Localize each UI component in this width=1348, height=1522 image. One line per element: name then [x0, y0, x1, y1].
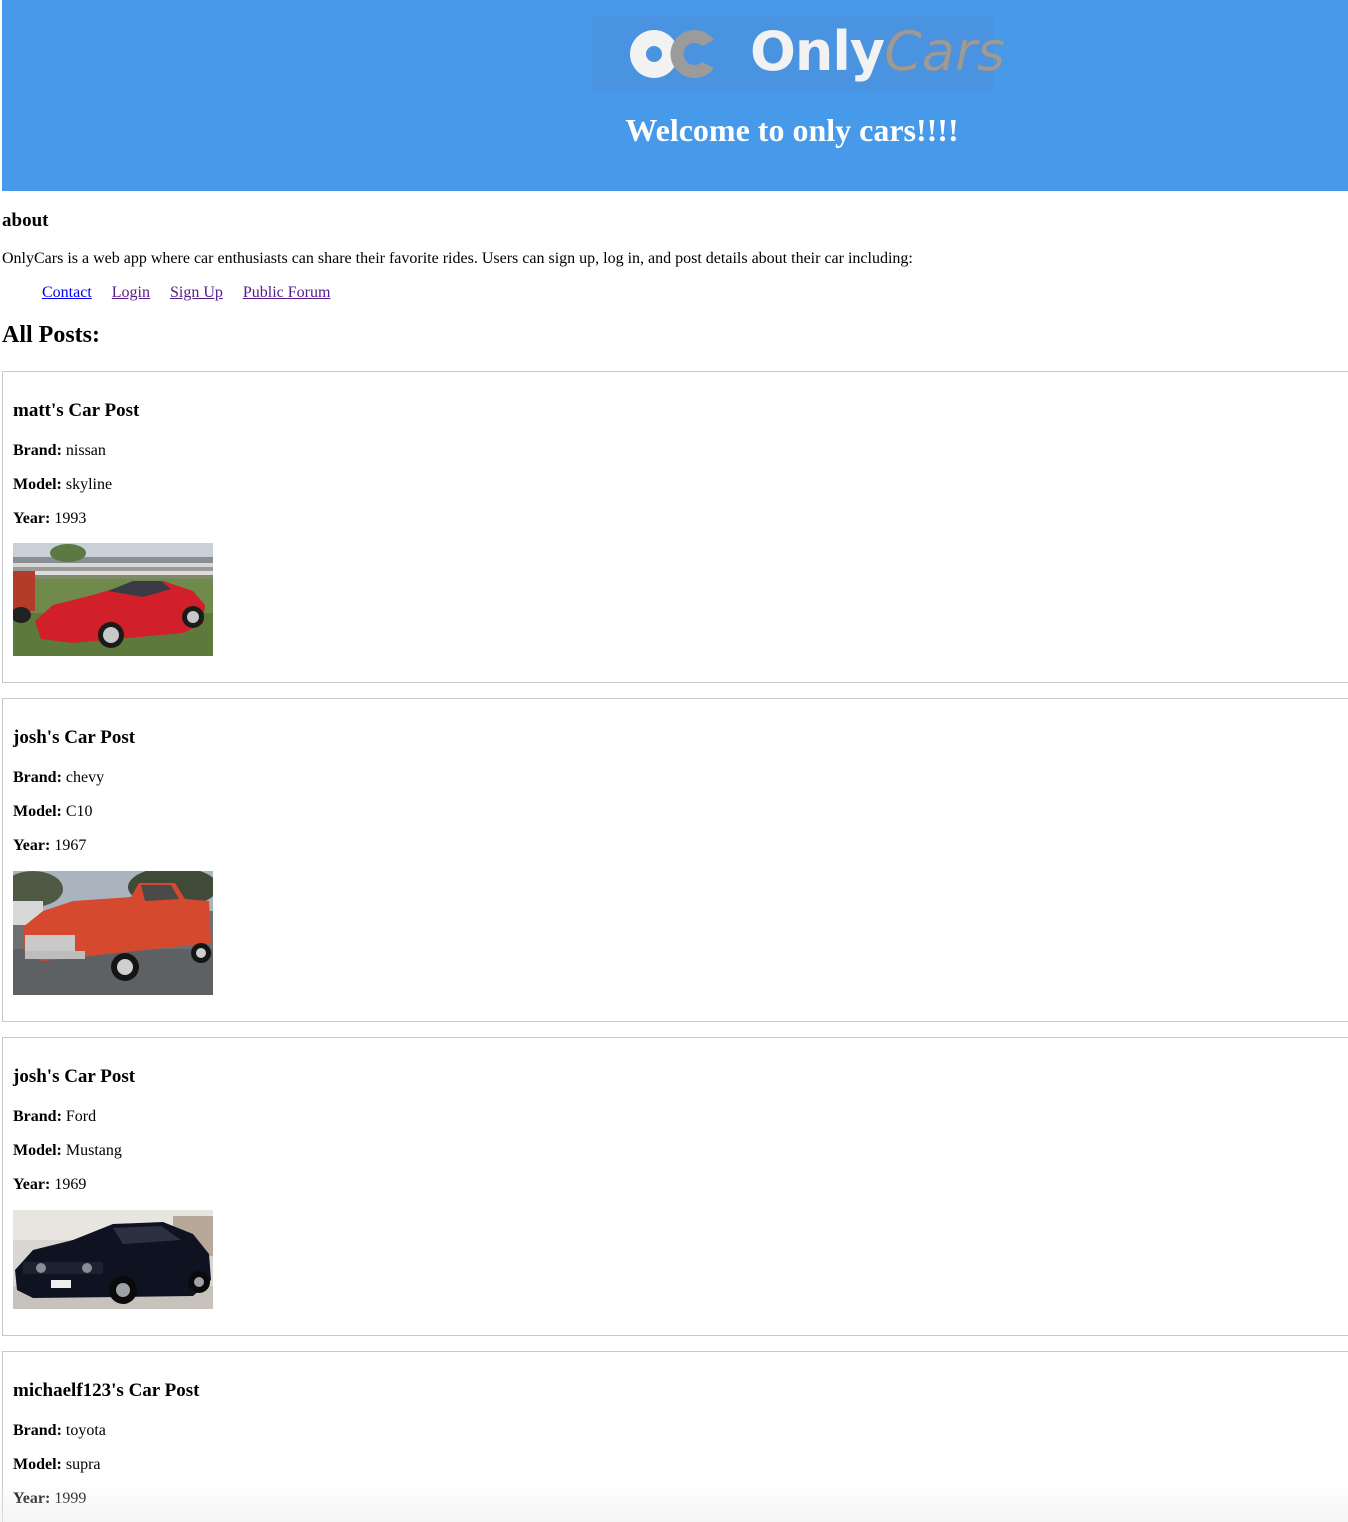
- brand-label: Brand:: [13, 1108, 62, 1125]
- model-value: C10: [65, 803, 93, 820]
- year-label: Year:: [13, 837, 51, 854]
- post-model: Model: skyline: [13, 476, 112, 494]
- post-year: Year: 1969: [13, 1176, 86, 1194]
- all-posts-heading: All Posts:: [2, 322, 100, 348]
- site-header: OnlyCars Welcome to only cars!!!!: [2, 0, 1348, 191]
- year-value: 1993: [54, 510, 87, 527]
- year-label: Year:: [13, 1490, 51, 1507]
- brand-label: Brand:: [13, 442, 62, 459]
- about-heading: about: [2, 210, 49, 231]
- main-nav: Contact Login Sign Up Public Forum: [42, 284, 346, 302]
- car-image-orange-pickup-truck: [13, 871, 213, 995]
- post-title: michaelf123's Car Post: [13, 1380, 200, 1401]
- post-card: josh's Car Post Brand: Ford Model: Musta…: [2, 1037, 1348, 1336]
- model-value: skyline: [65, 476, 113, 493]
- year-label: Year:: [13, 510, 51, 527]
- nav-link-signup[interactable]: Sign Up: [170, 284, 223, 301]
- post-card: michaelf123's Car Post Brand: toyota Mod…: [2, 1351, 1348, 1522]
- post-card: matt's Car Post Brand: nissan Model: sky…: [2, 371, 1348, 683]
- year-label: Year:: [13, 1176, 51, 1193]
- model-value: Mustang: [65, 1142, 122, 1159]
- oc-logo-mark: [630, 30, 714, 78]
- year-value: 1969: [54, 1176, 87, 1193]
- brand-label: Brand:: [13, 769, 62, 786]
- post-brand: Brand: nissan: [13, 442, 106, 460]
- car-image-red-sports-car: [13, 543, 213, 656]
- page: OnlyCars Welcome to only cars!!!! about …: [0, 0, 1348, 1522]
- post-brand: Brand: Ford: [13, 1108, 96, 1126]
- post-title: josh's Car Post: [13, 1066, 136, 1087]
- car-image-black-muscle-car: [13, 1210, 213, 1309]
- nav-link-login[interactable]: Login: [112, 284, 150, 301]
- nav-link-public-forum[interactable]: Public Forum: [243, 284, 331, 301]
- post-year: Year: 1999: [13, 1490, 86, 1508]
- brand-value: nissan: [65, 442, 106, 459]
- model-value: supra: [65, 1456, 101, 1473]
- year-value: 1967: [54, 837, 87, 854]
- post-model: Model: supra: [13, 1456, 101, 1474]
- brand-value: toyota: [65, 1422, 106, 1439]
- model-label: Model:: [13, 1142, 62, 1159]
- logo-word-only: Only: [750, 20, 885, 83]
- about-description: OnlyCars is a web app where car enthusia…: [2, 250, 913, 267]
- brand-value: Ford: [65, 1108, 97, 1125]
- year-value: 1999: [54, 1490, 87, 1507]
- logo-wordmark: OnlyCars: [750, 20, 1006, 83]
- post-card: josh's Car Post Brand: chevy Model: C10 …: [2, 698, 1348, 1022]
- post-title: josh's Car Post: [13, 727, 136, 748]
- welcome-heading: Welcome to only cars!!!!: [625, 112, 959, 148]
- onlycars-logo[interactable]: OnlyCars: [592, 16, 1005, 92]
- model-label: Model:: [13, 1456, 62, 1473]
- brand-value: chevy: [65, 769, 105, 786]
- post-model: Model: Mustang: [13, 1142, 122, 1160]
- post-brand: Brand: toyota: [13, 1422, 106, 1440]
- post-year: Year: 1967: [13, 837, 86, 855]
- model-label: Model:: [13, 476, 62, 493]
- post-brand: Brand: chevy: [13, 769, 104, 787]
- nav-link-contact[interactable]: Contact: [42, 284, 92, 301]
- brand-label: Brand:: [13, 1422, 62, 1439]
- post-model: Model: C10: [13, 803, 93, 821]
- post-title: matt's Car Post: [13, 400, 140, 421]
- logo-word-cars: Cars: [884, 20, 1006, 83]
- post-year: Year: 1993: [13, 510, 86, 528]
- model-label: Model:: [13, 803, 62, 820]
